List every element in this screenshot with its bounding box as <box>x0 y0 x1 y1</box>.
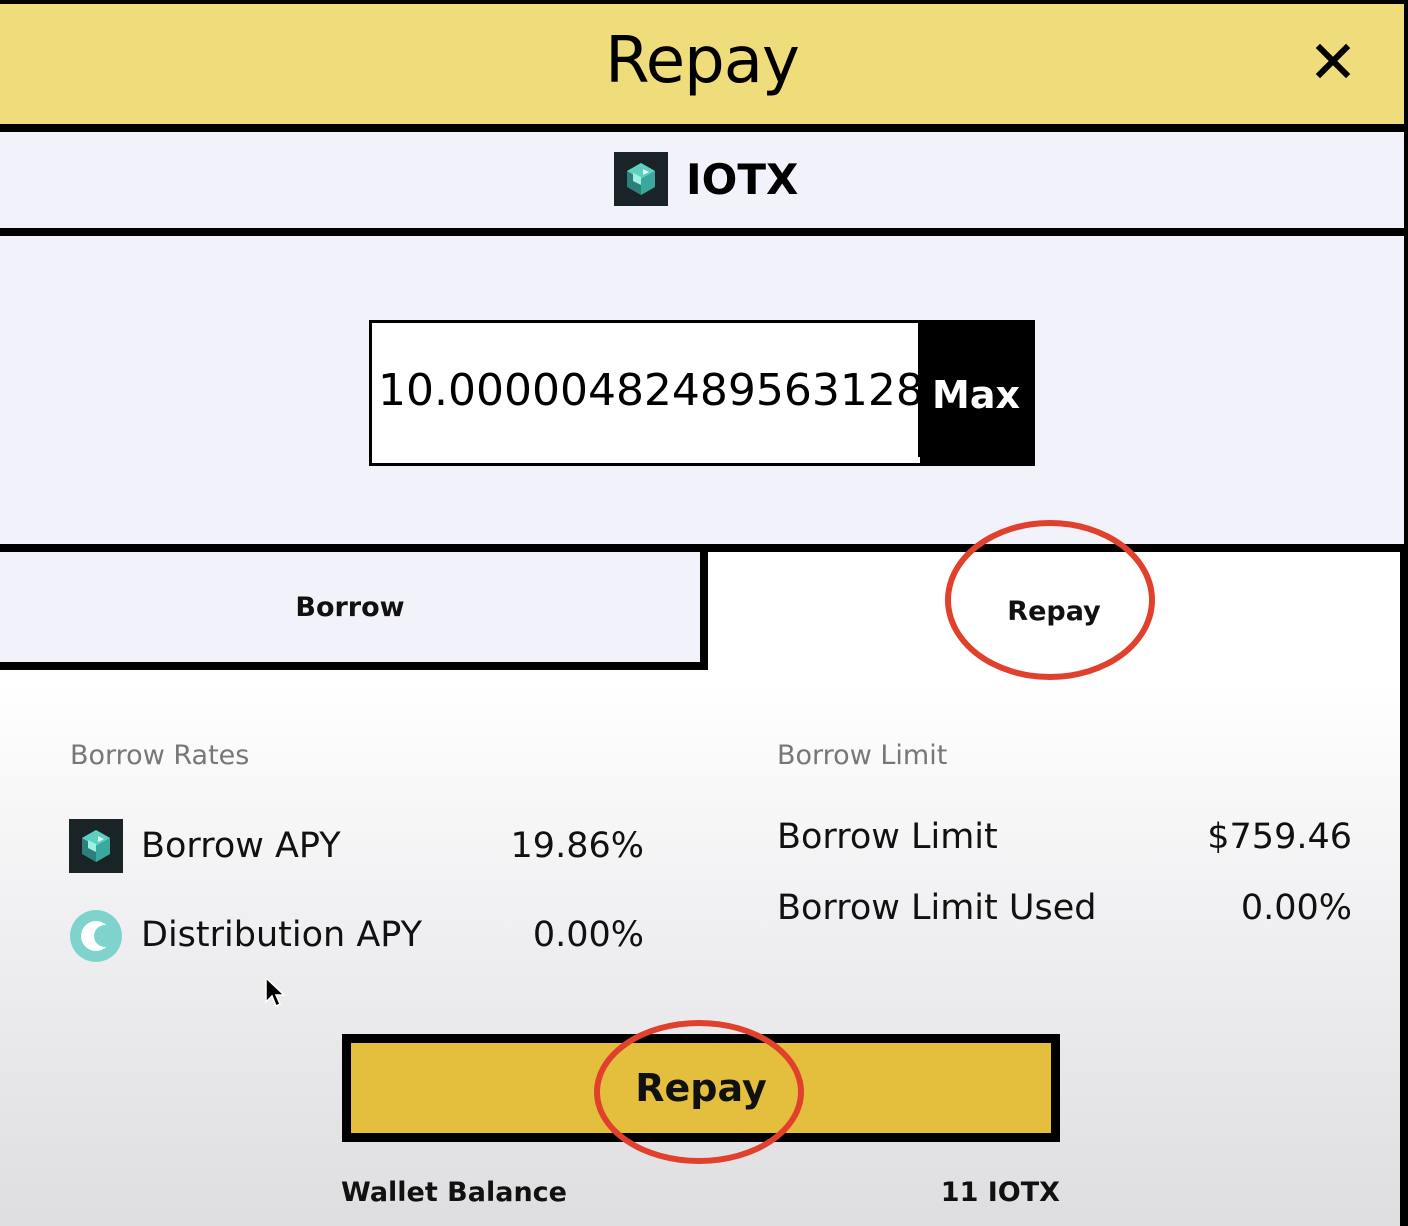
tab-repay[interactable]: Repay <box>708 552 1408 670</box>
asset-row: IOTX <box>0 132 1408 236</box>
iotex-token-icon <box>614 152 668 206</box>
distribution-token-icon <box>69 909 123 963</box>
borrow-limit-heading: Borrow Limit <box>777 740 948 771</box>
tab-borrow-label: Borrow <box>295 591 405 623</box>
borrow-rates-heading: Borrow Rates <box>70 740 250 771</box>
modal-title: Repay <box>605 24 800 98</box>
modal-right-border <box>1400 670 1408 1226</box>
asset-symbol: IOTX <box>686 154 799 204</box>
borrow-limit-used-label: Borrow Limit Used <box>777 888 1097 928</box>
repay-button-label: Repay <box>635 1066 767 1110</box>
distribution-apy-label: Distribution APY <box>141 915 422 955</box>
borrow-limit-used-value: 0.00% <box>1240 888 1352 928</box>
amount-input[interactable] <box>372 323 920 457</box>
tab-repay-label: Repay <box>1007 595 1101 627</box>
repay-modal: Repay IOTX Max <box>0 0 1408 1226</box>
wallet-balance-label: Wallet Balance <box>341 1177 567 1208</box>
wallet-balance-value: 11 IOTX <box>940 1177 1060 1208</box>
close-icon <box>1315 43 1351 79</box>
repay-button[interactable]: Repay <box>342 1034 1060 1142</box>
borrow-apy-label: Borrow APY <box>141 826 341 866</box>
tab-borrow[interactable]: Borrow <box>0 552 708 670</box>
modal-header: Repay <box>0 0 1408 132</box>
iotex-token-icon <box>69 819 123 873</box>
borrow-limit-value: $759.46 <box>1207 817 1352 857</box>
amount-field-group: Max <box>369 320 1035 466</box>
asset-info: IOTX <box>614 152 798 206</box>
amount-section: Max <box>0 236 1408 552</box>
borrow-limit-label: Borrow Limit <box>777 817 998 857</box>
mouse-cursor-icon <box>265 976 286 1008</box>
close-button[interactable] <box>1312 40 1354 82</box>
borrow-apy-value: 19.86% <box>510 826 644 866</box>
distribution-apy-value: 0.00% <box>532 915 644 955</box>
max-button[interactable]: Max <box>920 323 1032 463</box>
